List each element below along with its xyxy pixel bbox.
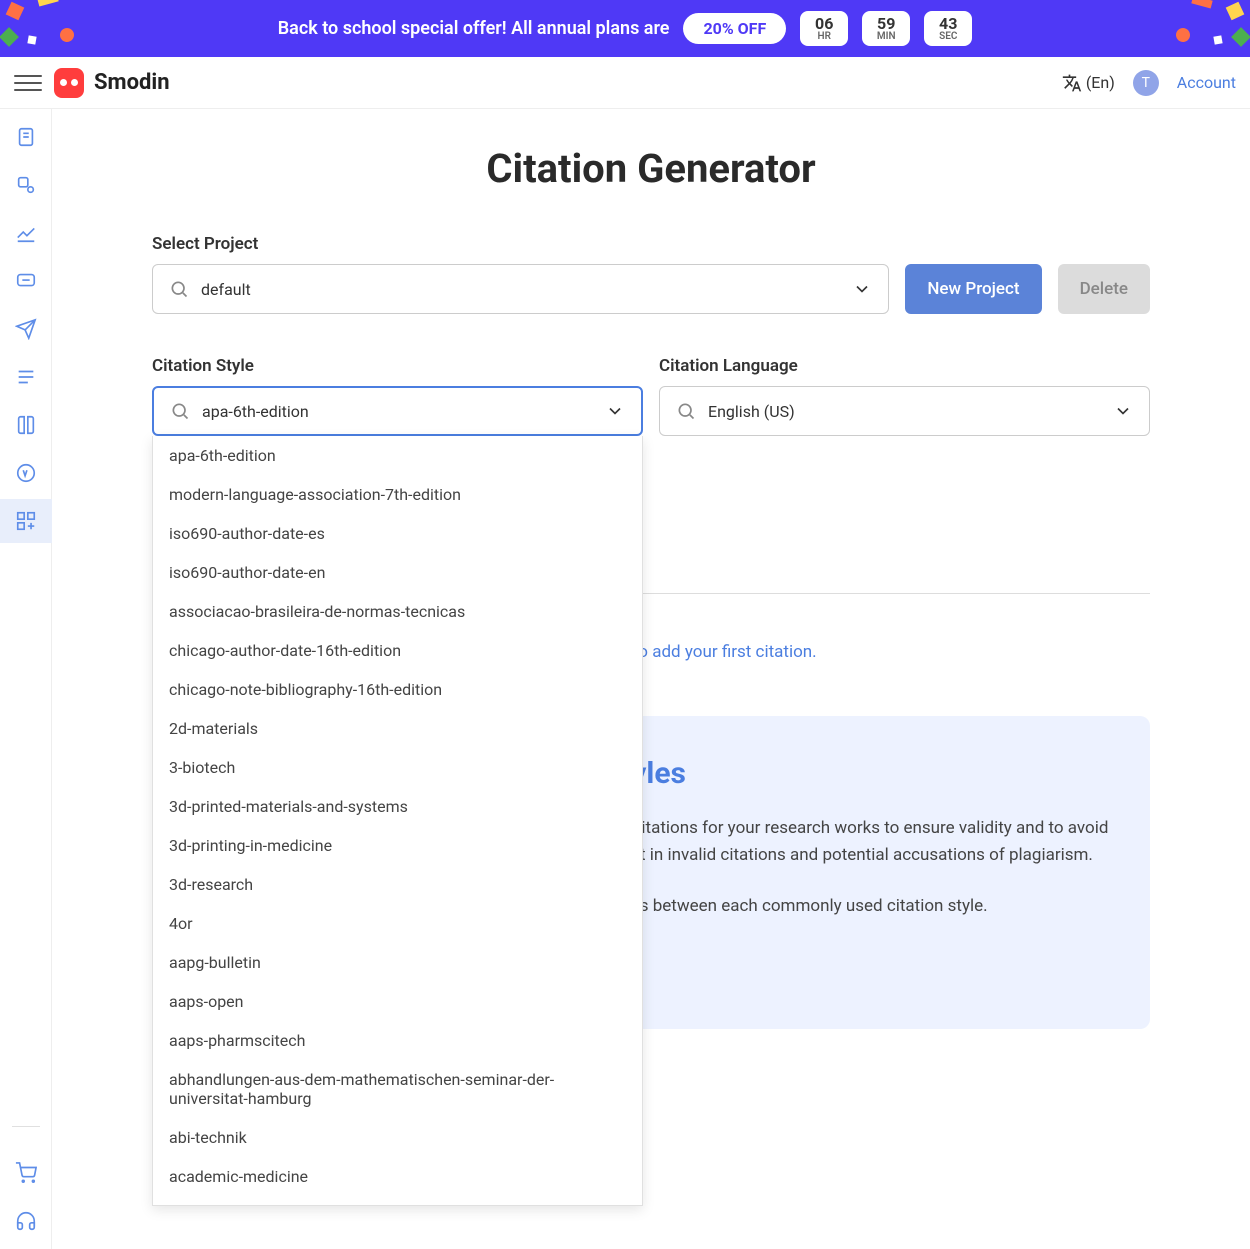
promo-banner: Back to school special offer! All annual… — [0, 0, 1250, 57]
page-title: Citation Generator — [152, 145, 1150, 192]
citation-language-select[interactable]: English (US) — [659, 386, 1150, 436]
support-icon[interactable] — [14, 1209, 38, 1233]
avatar[interactable]: T — [1133, 70, 1159, 96]
delete-button[interactable]: Delete — [1058, 264, 1150, 314]
cart-icon[interactable] — [14, 1161, 38, 1185]
sidebar-item-citation[interactable] — [0, 499, 52, 543]
translate-icon — [1062, 73, 1082, 93]
project-select[interactable]: default — [152, 264, 889, 314]
sidebar-divider — [12, 1126, 40, 1127]
citation-style-select[interactable]: apa-6th-edition — [152, 386, 643, 436]
sidebar-item-3[interactable] — [14, 221, 38, 245]
brand-name[interactable]: Smodin — [94, 70, 170, 95]
sidebar-item-4[interactable] — [14, 269, 38, 293]
dropdown-option[interactable]: 3d-printing-in-medicine — [153, 826, 642, 865]
discount-badge[interactable]: 20% OFF — [683, 13, 786, 44]
dropdown-option[interactable]: chicago-author-date-16th-edition — [153, 631, 642, 670]
sidebar-item-7[interactable] — [14, 413, 38, 437]
banner-decoration-right — [1130, 0, 1250, 57]
dropdown-option[interactable]: aaps-pharmscitech — [153, 1021, 642, 1060]
dropdown-option[interactable]: aapg-bulletin — [153, 943, 642, 982]
sidebar-item-8[interactable] — [14, 461, 38, 485]
dropdown-option[interactable]: iso690-author-date-en — [153, 553, 642, 592]
new-project-button[interactable]: New Project — [905, 264, 1041, 314]
chevron-down-icon — [605, 401, 625, 421]
banner-text: Back to school special offer! All annual… — [278, 18, 670, 39]
sidebar-item-5[interactable] — [14, 317, 38, 341]
search-icon — [170, 401, 190, 421]
dropdown-option[interactable]: abhandlungen-aus-dem-mathematischen-semi… — [153, 1060, 642, 1118]
sidebar-item-2[interactable] — [14, 173, 38, 197]
dropdown-option[interactable]: chicago-note-bibliography-16th-edition — [153, 670, 642, 709]
dropdown-option[interactable]: 3d-printed-materials-and-systems — [153, 787, 642, 826]
dropdown-option[interactable]: academic-pediatrics — [153, 1196, 642, 1206]
banner-decoration-left — [0, 0, 120, 57]
dropdown-option[interactable]: academic-medicine — [153, 1157, 642, 1196]
timer-hours: 06 HR — [800, 11, 848, 47]
dropdown-option[interactable]: associacao-brasileira-de-normas-tecnicas — [153, 592, 642, 631]
dropdown-option[interactable]: 4or — [153, 904, 642, 943]
dropdown-option[interactable]: modern-language-association-7th-edition — [153, 475, 642, 514]
sidebar-item-1[interactable] — [14, 125, 38, 149]
sidebar — [0, 109, 52, 1249]
dropdown-option[interactable]: 3-biotech — [153, 748, 642, 787]
search-icon — [676, 401, 696, 421]
main-content: Citation Generator Select Project defaul… — [52, 109, 1250, 1249]
citation-style-label: Citation Style — [152, 356, 643, 376]
citation-style-dropdown[interactable]: apa-6th-editionmodern-language-associati… — [152, 436, 643, 1206]
dropdown-option[interactable]: apa-6th-edition — [153, 436, 642, 475]
timer-seconds: 43 SEC — [924, 11, 972, 47]
dropdown-option[interactable]: iso690-author-date-es — [153, 514, 642, 553]
header: Smodin (En) T Account — [0, 57, 1250, 109]
chevron-down-icon — [1113, 401, 1133, 421]
menu-icon[interactable] — [14, 69, 42, 97]
select-project-label: Select Project — [152, 234, 889, 254]
logo-icon[interactable] — [54, 68, 84, 98]
dropdown-option[interactable]: aaps-open — [153, 982, 642, 1021]
dropdown-option[interactable]: abi-technik — [153, 1118, 642, 1157]
dropdown-option[interactable]: 3d-research — [153, 865, 642, 904]
account-link[interactable]: Account — [1177, 73, 1236, 92]
citation-language-label: Citation Language — [659, 356, 1150, 376]
sidebar-item-6[interactable] — [14, 365, 38, 389]
chevron-down-icon — [852, 279, 872, 299]
language-switcher[interactable]: (En) — [1062, 73, 1115, 93]
dropdown-option[interactable]: 2d-materials — [153, 709, 642, 748]
timer-minutes: 59 MIN — [862, 11, 910, 47]
search-icon — [169, 279, 189, 299]
